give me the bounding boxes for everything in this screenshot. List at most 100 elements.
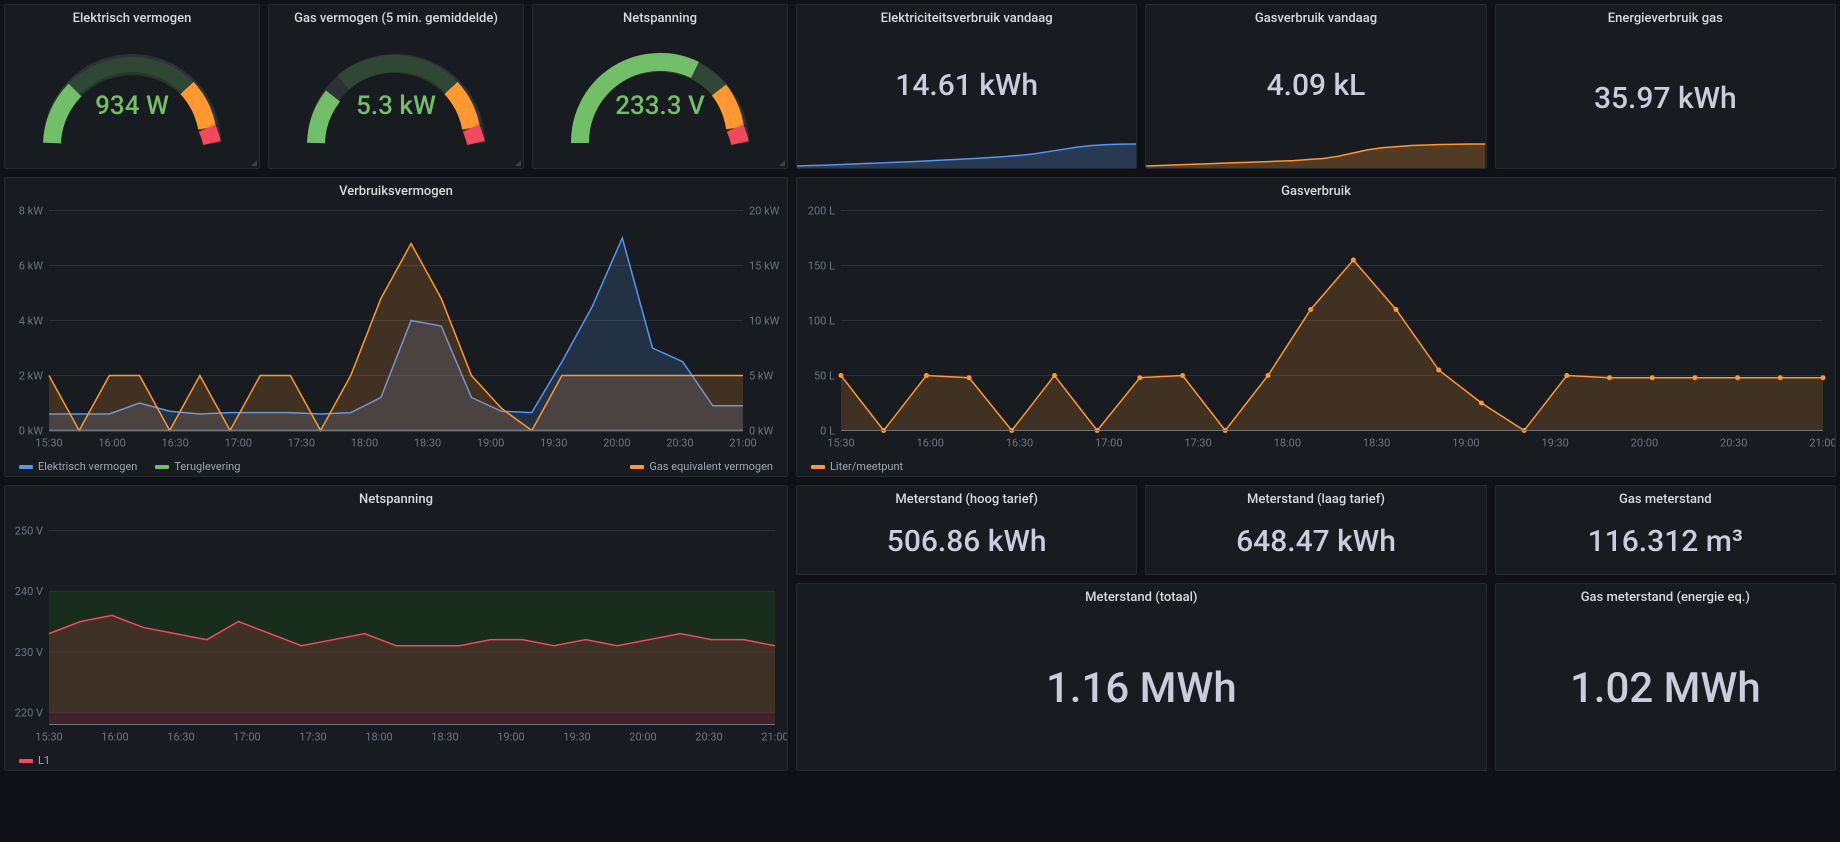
stat-value: 506.86 kWh (797, 509, 1136, 574)
svg-text:15:30: 15:30 (35, 731, 62, 744)
stat-value: 116.312 m³ (1496, 509, 1835, 574)
gauge-elektrisch-vermogen[interactable]: Elektrisch vermogen 934 W (4, 4, 260, 169)
svg-text:18:30: 18:30 (431, 731, 458, 744)
svg-text:150 L: 150 L (808, 260, 835, 273)
chart-legend: Elektrisch vermogen Teruglevering Gas eq… (5, 454, 787, 479)
svg-text:220 V: 220 V (15, 706, 43, 719)
svg-text:20:30: 20:30 (666, 437, 693, 450)
svg-text:17:30: 17:30 (288, 437, 315, 450)
chart-canvas: 220 V230 V240 V250 V15:3016:0016:3017:00… (5, 509, 787, 748)
svg-text:19:30: 19:30 (563, 731, 590, 744)
svg-text:19:00: 19:00 (477, 437, 504, 450)
svg-text:18:30: 18:30 (1363, 437, 1390, 450)
stat-value: 648.47 kWh (1146, 509, 1485, 574)
svg-text:19:00: 19:00 (497, 731, 524, 744)
svg-text:2 kW: 2 kW (19, 370, 43, 383)
svg-text:20:00: 20:00 (629, 731, 656, 744)
stat-meterstand-hoog[interactable]: Meterstand (hoog tarief) 506.86 kWh (796, 485, 1137, 575)
legend-label: Gas equivalent vermogen (649, 460, 773, 473)
panel-title: Netspanning (533, 5, 787, 28)
gauge-netspanning[interactable]: Netspanning 233.3 V (532, 4, 788, 169)
svg-text:18:00: 18:00 (1274, 437, 1301, 450)
svg-text:18:00: 18:00 (351, 437, 378, 450)
panel-title: Meterstand (totaal) (797, 584, 1486, 607)
legend-item[interactable]: Gas equivalent vermogen (630, 460, 773, 473)
panel-title: Gasverbruik (797, 178, 1835, 201)
svg-text:100 L: 100 L (808, 315, 835, 328)
svg-text:5 kW: 5 kW (749, 370, 773, 383)
chart-gasverbruik[interactable]: Gasverbruik 0 L50 L100 L150 L200 L15:301… (796, 177, 1836, 477)
stat-value: 1.16 MWh (797, 607, 1486, 770)
svg-text:19:30: 19:30 (540, 437, 567, 450)
dashboard-grid: Elektrisch vermogen 934 W Gas vermogen (… (4, 4, 1836, 838)
legend-item[interactable]: L1 (19, 754, 50, 767)
svg-text:20:30: 20:30 (1720, 437, 1747, 450)
svg-text:18:30: 18:30 (414, 437, 441, 450)
resize-handle-icon[interactable] (515, 160, 521, 166)
stat-meterstand-totaal[interactable]: Meterstand (totaal) 1.16 MWh (796, 583, 1487, 771)
svg-text:16:30: 16:30 (161, 437, 188, 450)
svg-text:15 kW: 15 kW (749, 260, 780, 273)
svg-text:17:00: 17:00 (1095, 437, 1122, 450)
svg-text:19:00: 19:00 (1452, 437, 1479, 450)
stat-gas-meterstand[interactable]: Gas meterstand 116.312 m³ (1495, 485, 1836, 575)
svg-text:8 kW: 8 kW (19, 205, 43, 218)
legend-label: L1 (38, 754, 50, 767)
svg-text:4 kW: 4 kW (19, 315, 43, 328)
legend-item[interactable]: Liter/meetpunt (811, 460, 903, 473)
svg-text:21:00: 21:00 (1809, 437, 1835, 450)
stat-energieverbruik-gas[interactable]: Energieverbruik gas 35.97 kWh (1495, 4, 1836, 169)
panel-title: Elektriciteitsverbruik vandaag (797, 5, 1136, 28)
sparkline (1146, 142, 1485, 168)
chart-legend: L1 (5, 748, 787, 773)
stat-value: 35.97 kWh (1496, 28, 1835, 168)
svg-text:50 L: 50 L (814, 370, 835, 383)
gauge-body: 233.3 V (533, 28, 787, 168)
stat-value: 4.09 kL (1146, 28, 1485, 142)
legend-item[interactable]: Elektrisch vermogen (19, 460, 137, 473)
gauge-value: 934 W (95, 91, 169, 121)
svg-text:16:00: 16:00 (917, 437, 944, 450)
panel-title: Gas vermogen (5 min. gemiddelde) (269, 5, 523, 28)
chart-canvas: 0 L50 L100 L150 L200 L15:3016:0016:3017:… (797, 201, 1835, 454)
stat-gasverbruik-vandaag[interactable]: Gasverbruik vandaag 4.09 kL (1145, 4, 1486, 169)
panel-title: Netspanning (5, 486, 787, 509)
stat-meterstand-laag[interactable]: Meterstand (laag tarief) 648.47 kWh (1145, 485, 1486, 575)
svg-text:17:00: 17:00 (233, 731, 260, 744)
svg-text:20:00: 20:00 (603, 437, 630, 450)
stat-gas-meterstand-energie[interactable]: Gas meterstand (energie eq.) 1.02 MWh (1495, 583, 1836, 771)
svg-text:20 kW: 20 kW (749, 205, 780, 218)
chart-verbruiksvermogen[interactable]: Verbruiksvermogen 0 kW2 kW4 kW6 kW8 kW0 … (4, 177, 788, 477)
legend-label: Teruglevering (174, 460, 240, 473)
panel-title: Verbruiksvermogen (5, 178, 787, 201)
chart-legend: Liter/meetpunt (797, 454, 1835, 479)
gauge-gas-vermogen[interactable]: Gas vermogen (5 min. gemiddelde) 5.3 kW (268, 4, 524, 169)
svg-text:16:30: 16:30 (167, 731, 194, 744)
panel-title: Meterstand (hoog tarief) (797, 486, 1136, 509)
legend-label: Liter/meetpunt (830, 460, 903, 473)
svg-text:16:00: 16:00 (101, 731, 128, 744)
gauge-body: 934 W (5, 28, 259, 168)
svg-text:15:30: 15:30 (827, 437, 854, 450)
panel-title: Gas meterstand (1496, 486, 1835, 509)
svg-text:17:30: 17:30 (299, 731, 326, 744)
legend-item[interactable]: Teruglevering (155, 460, 240, 473)
stat-elektriciteitsverbruik-vandaag[interactable]: Elektriciteitsverbruik vandaag 14.61 kWh (796, 4, 1137, 169)
resize-handle-icon[interactable] (251, 160, 257, 166)
stat-value: 14.61 kWh (797, 28, 1136, 142)
svg-text:230 V: 230 V (15, 646, 43, 659)
svg-text:17:00: 17:00 (225, 437, 252, 450)
resize-handle-icon[interactable] (779, 160, 785, 166)
svg-text:15:30: 15:30 (35, 437, 62, 450)
svg-text:16:30: 16:30 (1006, 437, 1033, 450)
svg-text:200 L: 200 L (808, 205, 835, 218)
svg-text:16:00: 16:00 (98, 437, 125, 450)
gauge-body: 5.3 kW (269, 28, 523, 168)
svg-text:6 kW: 6 kW (19, 260, 43, 273)
svg-text:10 kW: 10 kW (749, 315, 780, 328)
svg-text:20:30: 20:30 (695, 731, 722, 744)
svg-text:21:00: 21:00 (761, 731, 787, 744)
gauge-value: 233.3 V (615, 91, 705, 121)
svg-text:18:00: 18:00 (365, 731, 392, 744)
chart-netspanning[interactable]: Netspanning 220 V230 V240 V250 V15:3016:… (4, 485, 788, 771)
